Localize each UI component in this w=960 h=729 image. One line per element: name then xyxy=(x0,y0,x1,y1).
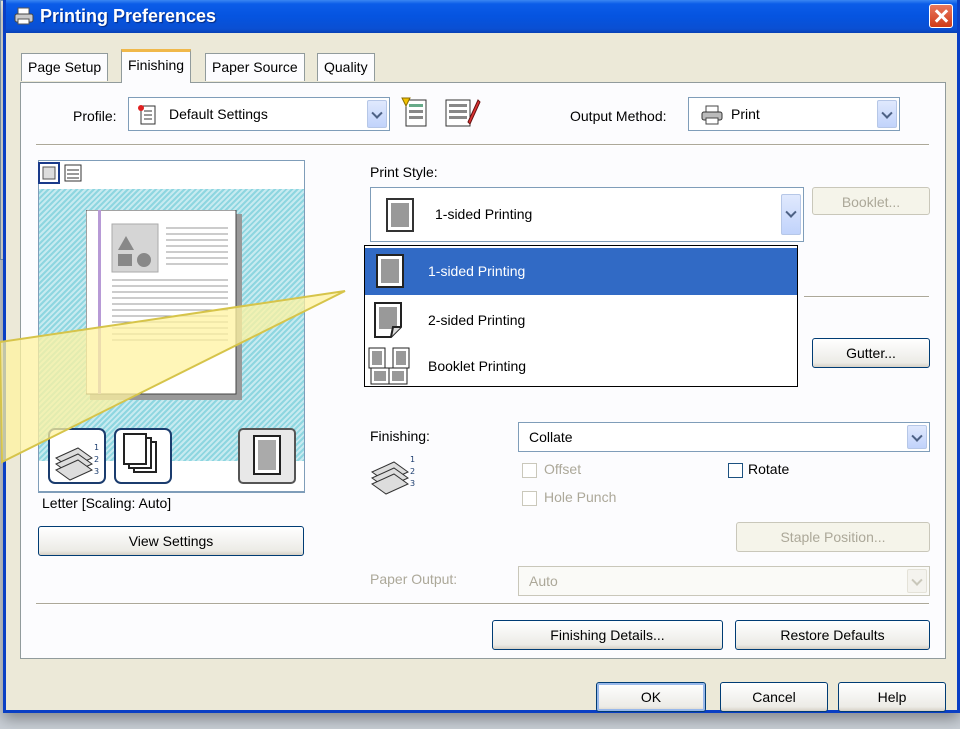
profile-label: Profile: xyxy=(73,108,117,124)
finishing-value: Collate xyxy=(529,429,573,445)
gutter-button[interactable]: Gutter... xyxy=(812,338,930,368)
option-2-sided-printing[interactable]: 2-sided Printing xyxy=(365,297,797,344)
finishing-details-button[interactable]: Finishing Details... xyxy=(492,620,723,650)
help-button[interactable]: Help xyxy=(838,682,946,712)
two-sided-printing-icon xyxy=(374,302,402,338)
stack-icon[interactable] xyxy=(114,428,172,484)
staple-position-button[interactable]: Staple Position... xyxy=(736,522,930,552)
svg-text:2: 2 xyxy=(94,455,99,464)
svg-text:1: 1 xyxy=(94,443,99,452)
offset-label: Offset xyxy=(544,461,582,477)
title-bar[interactable]: Printing Preferences xyxy=(6,0,957,33)
option-label: Booklet Printing xyxy=(428,358,527,374)
svg-text:3: 3 xyxy=(94,467,99,476)
add-profile-icon[interactable] xyxy=(398,94,434,130)
profile-icon xyxy=(138,105,156,125)
rotate-label: Rotate xyxy=(748,461,790,477)
one-sided-printing-icon xyxy=(376,254,404,288)
booklet-printing-icon xyxy=(368,347,410,385)
tab-finishing[interactable]: Finishing xyxy=(121,49,192,83)
paper-output-value: Auto xyxy=(529,573,558,589)
paper-output-select[interactable]: Auto xyxy=(518,566,930,596)
edit-profile-icon[interactable] xyxy=(442,94,482,130)
preview-mode-icons[interactable] xyxy=(38,162,88,186)
tab-paper-source[interactable]: Paper Source xyxy=(205,53,305,81)
profile-select[interactable]: Default Settings xyxy=(128,97,390,131)
close-button[interactable] xyxy=(929,4,953,28)
window-title: Printing Preferences xyxy=(40,6,217,26)
output-method-select[interactable]: Print xyxy=(688,97,900,131)
profile-value: Default Settings xyxy=(169,106,268,122)
ok-button[interactable]: OK xyxy=(596,682,706,712)
output-method-value: Print xyxy=(731,106,760,122)
svg-text:1: 1 xyxy=(410,455,415,464)
print-style-select[interactable]: 1-sided Printing xyxy=(370,187,804,242)
paper-size-caption: Letter [Scaling: Auto] xyxy=(42,495,172,511)
preview-separator xyxy=(39,491,304,492)
one-sided-icon[interactable] xyxy=(238,428,296,484)
paper-output-label: Paper Output: xyxy=(370,571,458,587)
printer-icon xyxy=(701,105,723,125)
collate-icon: 1 2 3 xyxy=(371,455,415,495)
chevron-down-icon[interactable] xyxy=(781,194,801,235)
cancel-button[interactable]: Cancel xyxy=(720,682,828,712)
option-label: 2-sided Printing xyxy=(428,312,526,328)
divider xyxy=(36,603,929,605)
print-style-value: 1-sided Printing xyxy=(435,206,533,222)
option-label: 1-sided Printing xyxy=(428,263,526,279)
page-preview xyxy=(86,210,242,400)
printer-icon xyxy=(14,7,34,25)
tab-page-setup[interactable]: Page Setup xyxy=(21,53,109,81)
chevron-down-icon[interactable] xyxy=(907,425,927,449)
finishing-select[interactable]: Collate xyxy=(518,422,930,452)
divider xyxy=(804,296,929,298)
print-style-label: Print Style: xyxy=(370,164,438,180)
svg-text:2: 2 xyxy=(410,467,415,476)
option-1-sided-printing[interactable]: 1-sided Printing xyxy=(365,248,797,295)
hole-punch-checkbox[interactable] xyxy=(522,491,537,506)
booklet-button[interactable]: Booklet... xyxy=(812,187,930,215)
print-style-dropdown-list: 1-sided Printing 2-sided Printing Bookle… xyxy=(364,245,798,387)
offset-checkbox[interactable] xyxy=(522,463,537,478)
chevron-down-icon[interactable] xyxy=(367,100,387,128)
finishing-label: Finishing: xyxy=(370,428,430,444)
tab-quality[interactable]: Quality xyxy=(317,53,375,81)
divider xyxy=(36,144,929,146)
one-sided-printing-icon xyxy=(386,198,414,232)
rotate-checkbox[interactable] xyxy=(728,463,743,478)
chevron-down-icon[interactable] xyxy=(877,100,897,128)
hole-punch-label: Hole Punch xyxy=(544,489,617,505)
restore-defaults-button[interactable]: Restore Defaults xyxy=(735,620,930,650)
collate-icon[interactable]: 1 2 3 xyxy=(48,428,106,484)
svg-text:3: 3 xyxy=(410,479,415,488)
option-booklet-printing[interactable]: Booklet Printing xyxy=(365,343,797,390)
chevron-down-icon[interactable] xyxy=(907,569,927,593)
output-method-label: Output Method: xyxy=(570,108,667,124)
view-settings-button[interactable]: View Settings xyxy=(38,526,304,556)
